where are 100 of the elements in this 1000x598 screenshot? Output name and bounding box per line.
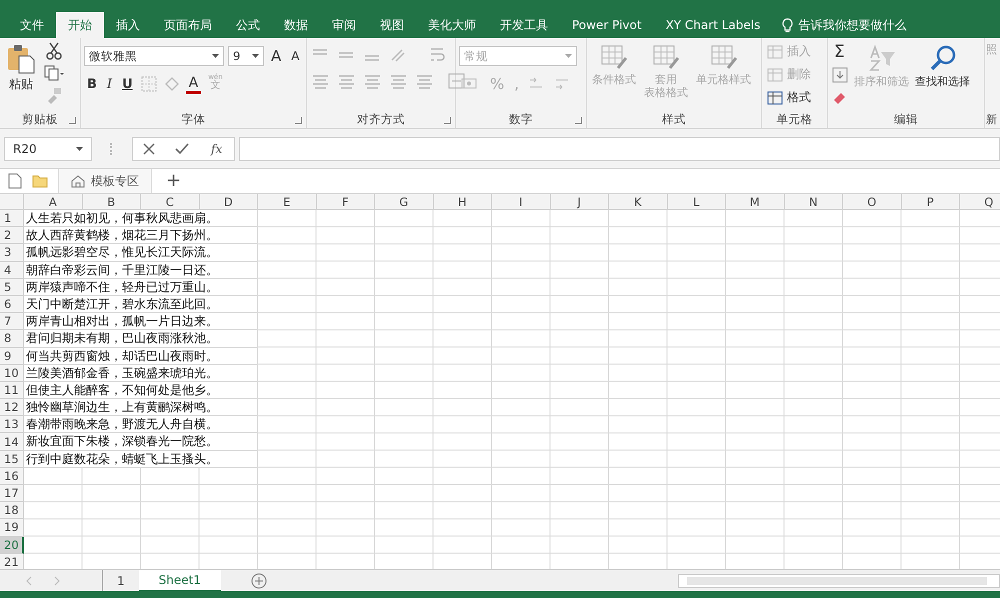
horizontal-scrollbar[interactable] bbox=[678, 574, 1000, 588]
bold-button[interactable]: B bbox=[84, 74, 100, 94]
column-header[interactable]: I bbox=[492, 194, 550, 210]
row-header[interactable]: 8 bbox=[0, 330, 24, 348]
row-header[interactable]: 6 bbox=[0, 296, 24, 314]
cells-icon bbox=[767, 90, 783, 104]
row-header[interactable]: 16 bbox=[0, 468, 24, 485]
row-header[interactable]: 5 bbox=[0, 278, 24, 296]
ribbon-tab[interactable]: 插入 bbox=[104, 12, 152, 38]
column-header[interactable]: E bbox=[258, 194, 316, 210]
row-header[interactable]: 7 bbox=[0, 313, 24, 330]
scroll-left-icon[interactable] bbox=[24, 576, 34, 586]
paste-button[interactable]: 粘贴 bbox=[3, 42, 39, 94]
column-header[interactable]: K bbox=[609, 194, 668, 210]
ribbon-tab[interactable]: 开发工具 bbox=[488, 12, 560, 38]
insert-function-button[interactable]: fx bbox=[209, 142, 224, 156]
column-header[interactable]: G bbox=[375, 194, 434, 210]
scroll-right-icon[interactable] bbox=[52, 576, 62, 586]
ribbon-tab[interactable]: Power Pivot bbox=[560, 12, 654, 38]
row-header[interactable]: 19 bbox=[0, 519, 24, 537]
column-header[interactable]: M bbox=[726, 194, 784, 210]
row-header[interactable]: 4 bbox=[0, 262, 24, 279]
table-cell: 两岸猿声啼不住，轻舟已过万重山。 bbox=[24, 278, 258, 296]
row-header[interactable]: 14 bbox=[0, 433, 24, 451]
row-header[interactable]: 1 bbox=[0, 210, 24, 228]
column-header[interactable]: F bbox=[316, 194, 375, 210]
dialog-launcher-icon[interactable] bbox=[69, 117, 76, 124]
column-header[interactable]: O bbox=[843, 194, 902, 210]
row-header[interactable]: 13 bbox=[0, 416, 24, 434]
group-label: 数字 bbox=[509, 112, 533, 126]
lightbulb-icon bbox=[782, 18, 794, 32]
checkmark-icon[interactable] bbox=[175, 142, 189, 154]
row-header[interactable]: 2 bbox=[0, 227, 24, 244]
table-cell: 何当共剪西窗烛，却话巴山夜雨时。 bbox=[24, 348, 258, 365]
ribbon-tab[interactable]: 数据 bbox=[272, 12, 320, 38]
folder-icon[interactable] bbox=[32, 174, 48, 188]
ribbon-tab[interactable]: 审阅 bbox=[320, 12, 368, 38]
column-header[interactable]: N bbox=[784, 194, 843, 210]
border-icon[interactable] bbox=[140, 75, 158, 93]
row-header[interactable]: 9 bbox=[0, 348, 24, 365]
column-header[interactable]: P bbox=[902, 194, 960, 210]
table-cell: 但使主人能醉客，不知何处是他乡。 bbox=[24, 382, 258, 400]
ribbon-tab[interactable]: XY Chart Labels bbox=[654, 12, 772, 38]
row-header[interactable]: 11 bbox=[0, 382, 24, 400]
cells-button[interactable]: 格式 bbox=[765, 88, 813, 107]
close-icon[interactable] bbox=[143, 142, 155, 154]
table-cell: 君问归期未有期，巴山夜雨涨秋池。 bbox=[24, 330, 258, 348]
table-cell: 两岸青山相对出，孤帆一片日边来。 bbox=[24, 313, 258, 330]
row-header[interactable]: 15 bbox=[0, 450, 24, 468]
row-header[interactable]: 12 bbox=[0, 399, 24, 416]
ribbon-tab[interactable]: 文件 bbox=[8, 12, 56, 38]
row-header[interactable]: 10 bbox=[0, 364, 24, 382]
table-cell: 朝辞白帝彩云间，千里江陵一日还。 bbox=[24, 262, 258, 279]
column-header[interactable]: A bbox=[24, 194, 82, 210]
dialog-launcher-icon[interactable] bbox=[575, 117, 582, 124]
column-header[interactable]: Q bbox=[960, 194, 1000, 210]
row-header[interactable]: 18 bbox=[0, 502, 24, 520]
row-header[interactable]: 21 bbox=[0, 554, 24, 569]
group-label: 对齐方式 bbox=[357, 112, 405, 126]
column-header[interactable]: C bbox=[141, 194, 200, 210]
ribbon-tab[interactable]: 美化大师 bbox=[416, 12, 488, 38]
scissors-icon[interactable] bbox=[45, 42, 63, 60]
sheet-tab[interactable]: Sheet1 bbox=[138, 570, 221, 592]
dialog-launcher-icon[interactable] bbox=[295, 117, 302, 124]
table-cell: 天门中断楚江开，碧水东流至此回。 bbox=[24, 296, 258, 314]
column-header[interactable]: D bbox=[200, 194, 258, 210]
formula-field[interactable] bbox=[239, 136, 1000, 160]
sort-filter-icon bbox=[866, 44, 896, 72]
template-tab[interactable]: 模板专区 bbox=[58, 169, 152, 193]
column-header[interactable]: H bbox=[434, 194, 492, 210]
ribbon-tab[interactable]: 页面布局 bbox=[152, 12, 224, 38]
column-header[interactable]: J bbox=[550, 194, 609, 210]
new-file-icon[interactable] bbox=[8, 173, 22, 189]
add-tab-button[interactable]: + bbox=[162, 172, 186, 190]
name-box[interactable]: R20 bbox=[4, 136, 92, 160]
font-name-field[interactable]: 微软雅黑 bbox=[84, 46, 224, 66]
ribbon-tab[interactable]: 视图 bbox=[368, 12, 416, 38]
autosum-button[interactable]: Σ bbox=[831, 42, 848, 62]
shrink-font-button[interactable]: A bbox=[288, 46, 302, 66]
group-label: 编辑 bbox=[894, 112, 918, 126]
copy-icon[interactable] bbox=[43, 64, 65, 82]
column-header[interactable]: L bbox=[668, 194, 726, 210]
column-header[interactable]: B bbox=[82, 194, 141, 210]
row-header[interactable]: 3 bbox=[0, 244, 24, 262]
underline-button[interactable]: U bbox=[119, 74, 136, 94]
select-all-corner[interactable] bbox=[0, 194, 24, 210]
ribbon-tab[interactable]: 公式 bbox=[224, 12, 272, 38]
tell-me-field[interactable]: 告诉我你想要做什么 bbox=[798, 18, 948, 32]
row-header[interactable]: 17 bbox=[0, 485, 24, 502]
italic-button[interactable]: I bbox=[104, 74, 116, 94]
fill-down-icon[interactable] bbox=[831, 66, 849, 84]
row-header[interactable]: 20 bbox=[0, 536, 24, 554]
dialog-launcher-icon[interactable] bbox=[444, 117, 451, 124]
grow-font-button[interactable]: A bbox=[268, 46, 284, 66]
sheet-tab[interactable]: 1 bbox=[103, 570, 139, 592]
find-select-button[interactable]: 查找和选择 bbox=[914, 42, 971, 90]
font-size-field[interactable]: 9 bbox=[228, 46, 264, 66]
ribbon-tab[interactable]: 开始 bbox=[56, 12, 104, 38]
font-color-button[interactable]: A bbox=[186, 74, 202, 94]
add-sheet-icon[interactable] bbox=[250, 572, 267, 588]
